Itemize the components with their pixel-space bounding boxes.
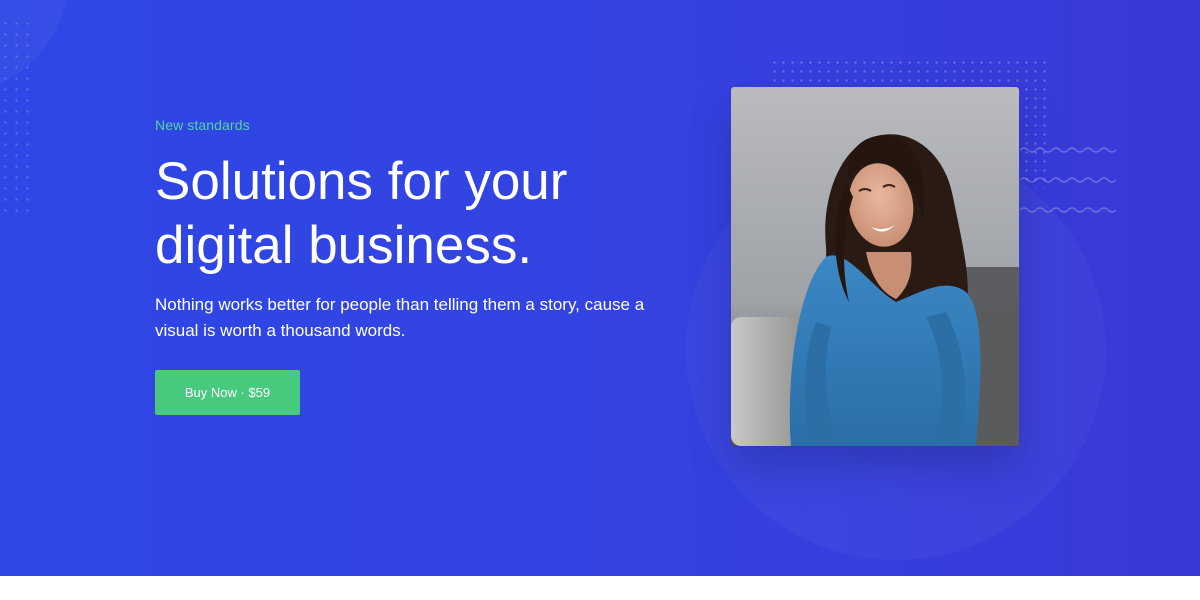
hero-photo <box>731 87 1019 446</box>
hero-headline: Solutions for your digital business. <box>155 150 675 278</box>
eyebrow-text: New standards <box>155 117 250 133</box>
wave-decoration-icon <box>1020 147 1116 213</box>
hero-description: Nothing works better for people than tel… <box>155 295 645 340</box>
buy-now-button[interactable]: Buy Now · $59 <box>155 370 300 415</box>
woman-portrait-image <box>731 87 1019 446</box>
headline-line: digital business. <box>155 216 533 275</box>
dot-pattern-decoration <box>0 18 36 218</box>
headline-line: Solutions for your <box>155 152 568 211</box>
hero-section: New standards Solutions for your digital… <box>0 0 1200 576</box>
